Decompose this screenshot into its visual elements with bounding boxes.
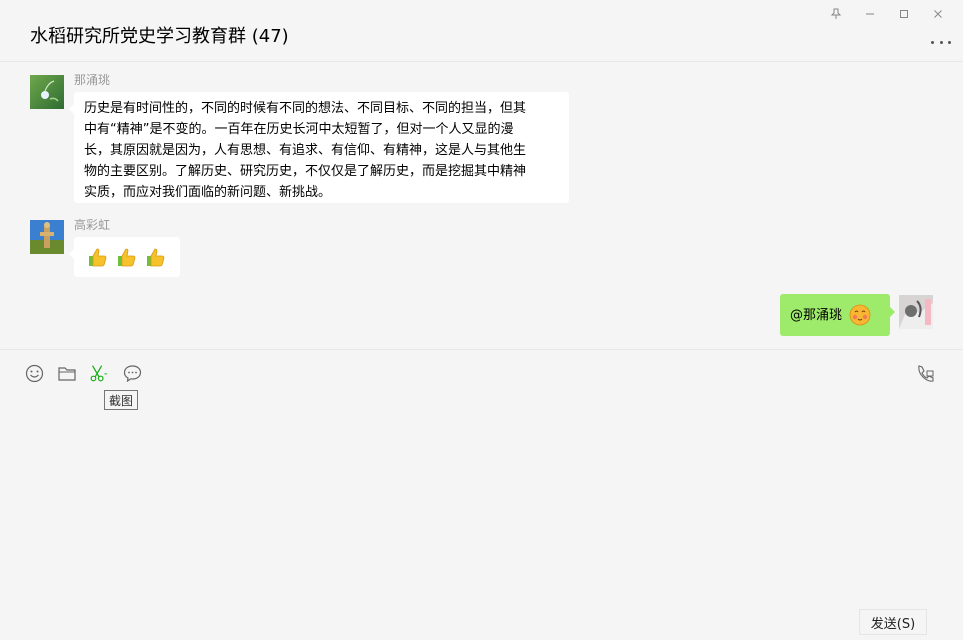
chat-header: 水稻研究所党史学习教育群 (47): [0, 0, 963, 62]
emoji-row: [86, 246, 168, 268]
chat-history-icon[interactable]: [122, 363, 142, 383]
avatar[interactable]: [30, 75, 64, 109]
more-icon[interactable]: [931, 36, 951, 48]
message-line: 实质，而应对我们面临的新问题、新挑战。: [84, 185, 332, 200]
message-input[interactable]: [0, 410, 963, 640]
sender-name: 高彩虹: [74, 218, 111, 232]
message-line: 中有“精神”是不变的。一百年在历史长河中太短暂了，但对一个人又显的漫: [84, 122, 514, 137]
message-bubble[interactable]: 历史是有时间性的，不同的时候有不同的想法、不同目标、不同的担当，但其 中有“精神…: [69, 92, 569, 203]
thumbs-up-icon: [147, 248, 165, 267]
chat-title: 水稻研究所党史学习教育群 (47): [30, 26, 289, 47]
message-line: 物的主要区别。了解历史、研究历史，不仅仅是了解历史，而是挖掘其中精神: [84, 164, 527, 179]
folder-icon[interactable]: [57, 363, 77, 383]
mention-text: @那涌珧: [790, 307, 843, 323]
emoji-icon[interactable]: [24, 363, 44, 383]
message-bubble[interactable]: @那涌珧: [780, 294, 895, 336]
blush-face-icon: [849, 304, 871, 326]
avatar[interactable]: [30, 220, 64, 254]
message-list[interactable]: 那涌珧 历史是有时间性的，不同的时候有不同的想法、不同目标、不同的担当，但其 中…: [0, 62, 963, 350]
message-line: 历史是有时间性的，不同的时候有不同的想法、不同目标、不同的担当，但其: [84, 101, 527, 116]
sender-name: 那涌珧: [74, 73, 111, 87]
message-bubble[interactable]: [69, 237, 180, 277]
avatar[interactable]: [899, 295, 933, 329]
thumbs-up-icon: [118, 248, 136, 267]
tooltip: 截图: [104, 390, 139, 410]
thumbs-up-icon: [89, 248, 107, 267]
input-toolbar: [0, 350, 963, 395]
video-call-icon[interactable]: [916, 363, 936, 383]
scissors-icon[interactable]: [88, 363, 108, 383]
message-line: 长，其原因就是因为，人有思想、有追求、有信仰、有精神，这是人与其他生: [84, 143, 527, 158]
send-button[interactable]: 发送(S): [859, 609, 927, 635]
